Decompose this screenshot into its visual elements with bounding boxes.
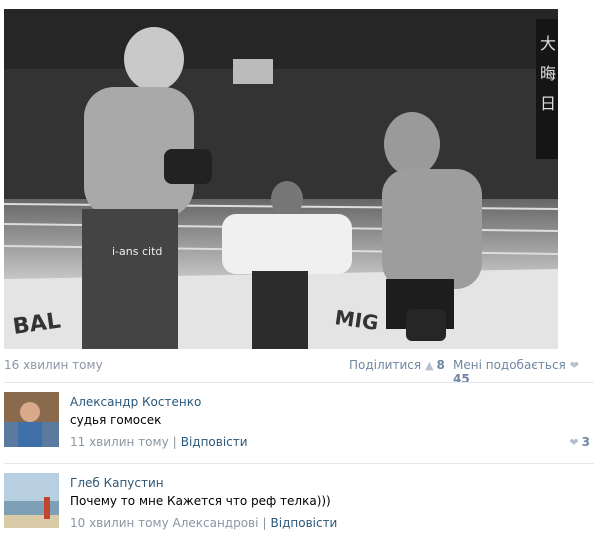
comment-item: Александр Костенко судья гомосек 11 хвил…	[4, 392, 594, 454]
separator: |	[172, 435, 177, 449]
share-button[interactable]: Поділитися ▲ 8	[349, 358, 445, 372]
heart-icon: ❤	[569, 359, 579, 372]
svg-text:大: 大	[540, 34, 556, 53]
separator: |	[262, 516, 267, 530]
post-time[interactable]: 16 хвилин тому	[4, 358, 103, 372]
comment-author[interactable]: Александр Костенко	[70, 395, 201, 409]
comment-author[interactable]: Глеб Капустин	[70, 476, 164, 490]
reply-link[interactable]: Відповісти	[271, 516, 338, 530]
comment-meta: 10 хвилин тому Александрові | Відповісти	[70, 516, 337, 530]
comment-meta: 11 хвилин тому | Відповісти	[70, 435, 248, 449]
comment-item: Глеб Капустин Почему то мне Кажется что …	[4, 473, 594, 533]
post-meta-row: 16 хвилин тому Поділитися ▲ 8 Мені подобає…	[4, 356, 590, 386]
share-label: Поділитися	[349, 358, 422, 372]
svg-text:晦: 晦	[540, 64, 556, 83]
comment-time[interactable]: 11 хвилин тому	[70, 435, 169, 449]
divider	[4, 382, 594, 383]
shorts-text: i-ans citd	[112, 245, 162, 258]
post-photo[interactable]: 大 晦 日 BAL MIG i-ans citd	[4, 9, 558, 349]
svg-text:日: 日	[540, 94, 556, 113]
comment-text: Почему то мне Кажется что реф телка)))	[70, 494, 331, 508]
avatar[interactable]	[4, 392, 59, 447]
comment-like-count: 3	[581, 435, 590, 449]
divider	[4, 463, 594, 464]
comment-text: судья гомосек	[70, 413, 162, 427]
comment-like-button[interactable]: ❤ 3	[565, 435, 590, 449]
comment-time[interactable]: 10 хвилин тому Александрові	[70, 516, 258, 530]
like-count: 45	[453, 372, 470, 386]
heart-icon: ❤	[569, 436, 579, 449]
megaphone-icon: ▲	[425, 359, 434, 372]
avatar[interactable]	[4, 473, 59, 528]
share-count: 8	[436, 358, 445, 372]
reply-link[interactable]: Відповісти	[181, 435, 248, 449]
fight-scene-illustration: 大 晦 日 BAL MIG i-ans citd	[4, 9, 558, 349]
like-label: Мені подобається	[453, 358, 566, 372]
